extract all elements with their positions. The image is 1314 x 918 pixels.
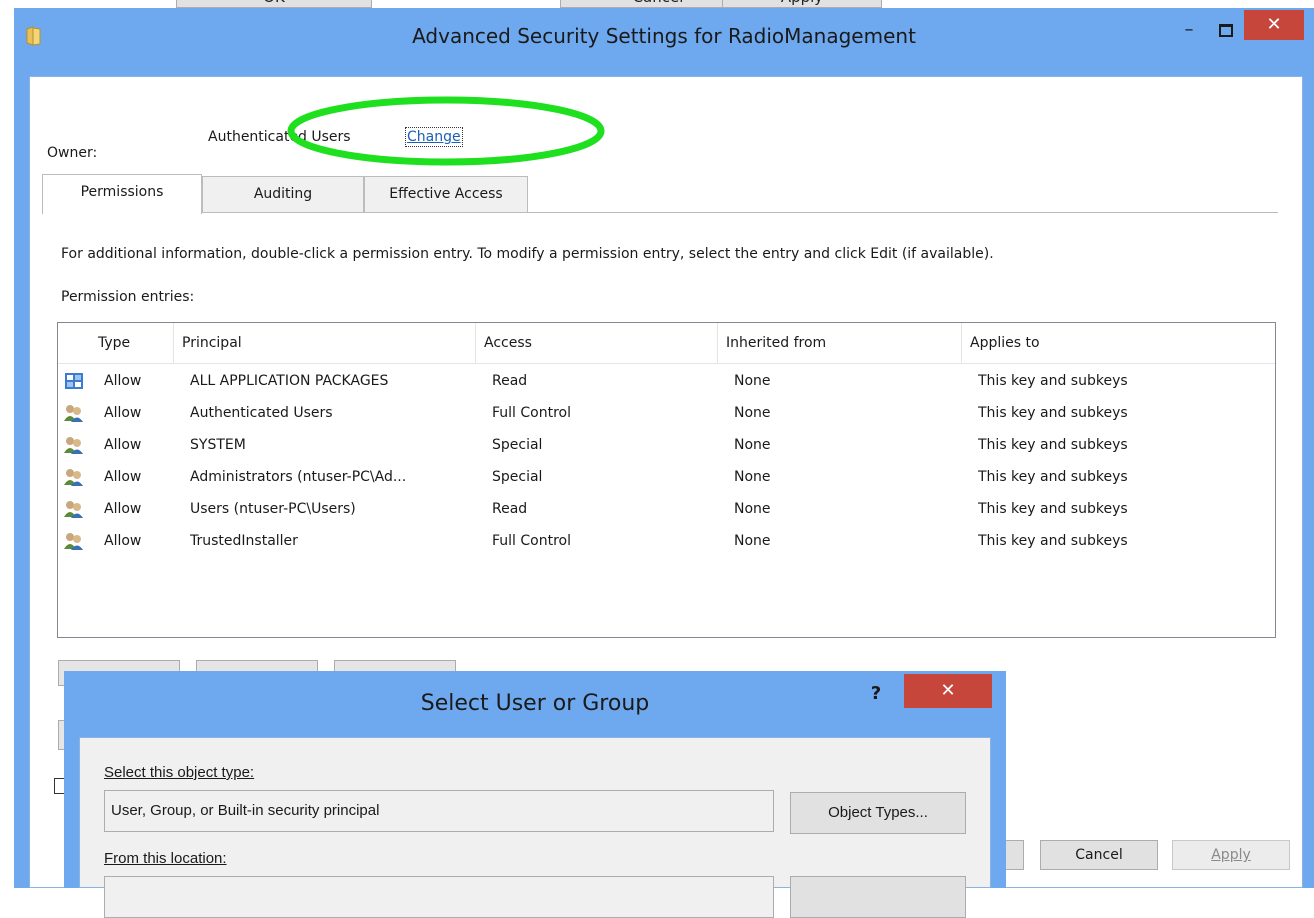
column-header-applies-to[interactable]: Applies to <box>962 323 1275 363</box>
row-inherited: None <box>734 469 771 485</box>
title-bar[interactable]: Advanced Security Settings for RadioMana… <box>14 8 1314 64</box>
table-row[interactable]: Allow Authenticated Users Full Control N… <box>58 397 1275 429</box>
dialog-title: Advanced Security Settings for RadioMana… <box>412 24 916 48</box>
row-applies: This key and subkeys <box>978 437 1128 453</box>
row-principal: TrustedInstaller <box>190 533 298 549</box>
select-close-button[interactable]: ✕ <box>904 674 992 708</box>
tab-effective-access[interactable]: Effective Access <box>364 176 528 212</box>
select-dialog-client-area: Select this object type: User, Group, or… <box>79 737 991 918</box>
column-header-type[interactable]: Type <box>90 323 174 363</box>
table-row[interactable]: Allow TrustedInstaller Full Control None… <box>58 525 1275 557</box>
location-field <box>104 876 774 918</box>
row-access: Special <box>492 437 543 453</box>
info-text: For additional information, double-click… <box>61 246 994 262</box>
row-principal: SYSTEM <box>190 437 246 453</box>
row-inherited: None <box>734 405 771 421</box>
minimize-button[interactable]: – <box>1176 20 1202 40</box>
locations-button[interactable] <box>790 876 966 918</box>
highlight-ellipse <box>287 96 605 166</box>
row-type: Allow <box>104 373 142 389</box>
background-apply-button[interactable]: Apply <box>722 0 882 8</box>
users-icon <box>64 405 83 422</box>
row-access: Special <box>492 469 543 485</box>
object-type-label: Select this object type: <box>104 764 255 781</box>
table-row[interactable]: Allow ALL APPLICATION PACKAGES Read None… <box>58 365 1275 397</box>
table-row[interactable]: Allow Users (ntuser-PC\Users) Read None … <box>58 493 1275 525</box>
column-header-access[interactable]: Access <box>476 323 718 363</box>
tab-divider <box>42 212 1278 213</box>
object-type-field: User, Group, or Built-in security princi… <box>104 790 774 832</box>
permission-entries-list[interactable]: Type Principal Access Inherited from App… <box>57 322 1276 638</box>
users-icon <box>64 501 83 518</box>
location-label: From this location: <box>104 850 227 867</box>
row-principal: Administrators (ntuser-PC\Ad... <box>190 469 407 485</box>
row-applies: This key and subkeys <box>978 405 1128 421</box>
row-access: Full Control <box>492 533 571 549</box>
column-header-inherited-from[interactable]: Inherited from <box>718 323 962 363</box>
row-type: Allow <box>104 533 142 549</box>
row-applies: This key and subkeys <box>978 469 1128 485</box>
cancel-button[interactable]: Cancel <box>1040 840 1158 870</box>
maximize-icon <box>1219 24 1233 37</box>
tab-auditing[interactable]: Auditing <box>202 176 364 212</box>
maximize-button[interactable] <box>1212 20 1238 40</box>
tab-permissions[interactable]: Permissions <box>42 174 202 214</box>
owner-label: Owner: <box>47 145 98 161</box>
background-ok-button[interactable]: OK <box>176 0 372 8</box>
users-icon <box>64 437 83 454</box>
row-principal: Users (ntuser-PC\Users) <box>190 501 356 517</box>
packages-icon <box>65 373 83 389</box>
permission-entries-label: Permission entries: <box>61 289 195 305</box>
row-access: Read <box>492 501 528 517</box>
row-applies: This key and subkeys <box>978 533 1128 549</box>
object-types-button[interactable]: Object Types... <box>790 792 966 834</box>
row-inherited: None <box>734 373 771 389</box>
table-row[interactable]: Allow SYSTEM Special None This key and s… <box>58 429 1275 461</box>
row-applies: This key and subkeys <box>978 373 1128 389</box>
row-applies: This key and subkeys <box>978 501 1128 517</box>
row-type: Allow <box>104 405 142 421</box>
users-icon <box>64 533 83 550</box>
row-access: Full Control <box>492 405 571 421</box>
row-principal: ALL APPLICATION PACKAGES <box>190 373 389 389</box>
row-inherited: None <box>734 533 771 549</box>
close-button[interactable]: ✕ <box>1244 10 1304 40</box>
row-type: Allow <box>104 469 142 485</box>
help-button[interactable]: ? <box>862 681 890 707</box>
users-icon <box>64 469 83 486</box>
table-row[interactable]: Allow Administrators (ntuser-PC\Ad... Sp… <box>58 461 1275 493</box>
list-header: Type Principal Access Inherited from App… <box>58 323 1275 364</box>
select-user-dialog: Select User or Group ? ✕ Select this obj… <box>64 671 1006 918</box>
column-header-principal[interactable]: Principal <box>174 323 476 363</box>
row-inherited: None <box>734 437 771 453</box>
row-principal: Authenticated Users <box>190 405 333 421</box>
row-type: Allow <box>104 501 142 517</box>
row-inherited: None <box>734 501 771 517</box>
apply-button[interactable]: Apply <box>1172 840 1290 870</box>
row-type: Allow <box>104 437 142 453</box>
row-access: Read <box>492 373 528 389</box>
